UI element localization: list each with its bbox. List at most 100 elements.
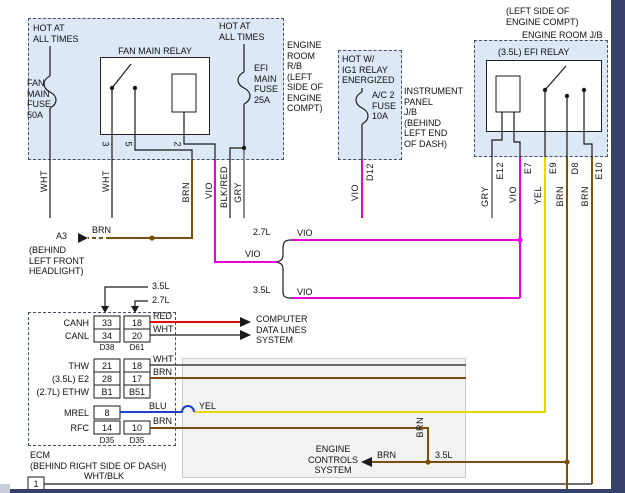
e2-color: BRN <box>153 367 172 378</box>
ecm-num-ethw-a: B1 <box>94 387 120 398</box>
instrument-panel-location: INSTRUMENT PANEL J/B (BEHIND LEFT END OF… <box>404 86 463 149</box>
thw-color: WHT <box>153 354 174 365</box>
wire-label-gry-e12: GRY <box>480 186 490 207</box>
hot-at-all-times-mid: HOT AT ALL TIMES <box>219 21 265 42</box>
wire-label-wht-1: WHT <box>39 170 49 192</box>
ecm-pin-rfc: RFC <box>27 423 89 434</box>
fan-relay-term-2: 2 <box>173 141 183 146</box>
engine-room-jb-corner: (LEFT SIDE OF ENGINE COMPT) <box>506 6 579 27</box>
ac2-fuse-label: A/C 2 FUSE 10A <box>372 90 396 122</box>
gray-wires <box>244 148 492 218</box>
hot-ig1-label: HOT W/ IG1 RELAY ENERGIZED <box>342 54 395 86</box>
pin-label-e9: E9 <box>548 162 558 174</box>
ecm-num-canl-a: 34 <box>94 331 120 342</box>
fan-relay-coil <box>172 74 196 112</box>
rfc-color: BRN <box>153 416 172 427</box>
efi-relay-coil-pins <box>492 112 520 157</box>
pin-label-e7: E7 <box>523 162 533 174</box>
engine-selector-lines <box>105 287 148 306</box>
ecm-conn-d35b: D35 <box>124 436 150 445</box>
rfc-vert-brn-label: BRN <box>415 417 425 438</box>
ecm-num-ethw-b: B51 <box>124 387 150 398</box>
brn-relay-wire <box>110 160 192 238</box>
efi-fuse-symbol <box>238 72 250 104</box>
pin-label-d12: D12 <box>365 163 375 181</box>
a3-arrow <box>78 233 88 243</box>
selector-27l: 2.7L <box>152 295 170 306</box>
ecm-num-mrel-a: 8 <box>94 408 120 419</box>
ecm-conn-d35a: D35 <box>94 436 120 445</box>
wire-label-wht-2: WHT <box>101 170 111 192</box>
efi-relay-title: (3.5L) EFI RELAY <box>498 47 569 58</box>
bottom-frame-bar <box>0 489 611 493</box>
a3-wire-label: BRN <box>92 225 111 236</box>
ecm-pin-canl: CANL <box>27 331 89 342</box>
wire-label-vio-d12: VIO <box>350 184 360 201</box>
ecm-title: ECM <box>30 450 50 461</box>
computer-data-lines-label: COMPUTER DATA LINES SYSTEM <box>256 314 308 346</box>
wiring-diagram-page: HOT AT ALL TIMES HOT AT ALL TIMES FAN MA… <box>0 0 625 493</box>
wire-label-vio: VIO <box>204 182 214 199</box>
engine-controls-label: ENGINE CONTROLS SYSTEM <box>304 444 362 476</box>
branch-35l-label: 3.5L <box>253 285 271 296</box>
fan-relay-term-3: 3 <box>101 141 111 146</box>
wire-label-yel-e9: YEL <box>533 186 543 205</box>
fan-main-relay-title: FAN MAIN RELAY <box>100 46 210 57</box>
vio-junctions <box>517 237 522 242</box>
engine-controls-branch-35l: 3.5L <box>435 450 453 461</box>
ecm-pin-ethw: (2.7L) ETHW <box>27 387 89 398</box>
ecm-pin-mrel: MREL <box>27 408 89 419</box>
pin1-wire-label: WHT/BLK <box>84 471 124 482</box>
efi-relay-coil <box>496 76 520 112</box>
branch-35l-vio: VIO <box>297 287 313 298</box>
pin-label-e12: E12 <box>495 162 505 180</box>
ecm-pin-e2: (3.5L) E2 <box>27 374 89 385</box>
fan-main-fuse-label: FAN MAIN FUSE 50A <box>27 78 51 120</box>
efi-relay-switch <box>545 66 592 157</box>
branch-in-vio: VIO <box>245 249 261 260</box>
fan-relay-switch <box>112 64 135 135</box>
bottom-left-corner <box>0 484 10 493</box>
ecm-pin1: 1 <box>28 479 44 490</box>
arrowheads <box>78 233 372 467</box>
ecm-num-thw-a: 21 <box>94 361 120 372</box>
engine-controls-wire-brn: BRN <box>377 450 396 461</box>
ac-fuse-symbol <box>356 92 368 124</box>
computer-arrow-1 <box>240 317 251 327</box>
a3-location: (BEHIND LEFT FRONT HEADLIGHT) <box>29 245 84 277</box>
engine-controls-arrow <box>361 457 372 467</box>
ecm-num-e2-b: 17 <box>124 374 150 385</box>
ecm-conn-d61: D61 <box>124 343 150 352</box>
selector-arrow-35 <box>101 306 109 313</box>
branch-27l-vio: VIO <box>297 228 313 239</box>
ecm-num-e2-a: 28 <box>94 374 120 385</box>
canh-color: RED <box>153 311 172 322</box>
mrel-color-yel: YEL <box>199 401 216 412</box>
a3-pin-label: A3 <box>56 231 67 242</box>
selector-35l: 3.5L <box>152 281 170 292</box>
hot-at-all-times-left: HOT AT ALL TIMES <box>33 23 79 44</box>
branch-brace <box>275 240 291 298</box>
ecm-location: (BEHIND RIGHT SIDE OF DASH) <box>30 461 166 472</box>
ecm-pin-canh: CANH <box>27 318 89 329</box>
ecm-num-canh-a: 33 <box>94 318 120 329</box>
relay-term2-route <box>184 135 215 160</box>
brown-junctions <box>149 235 569 464</box>
wire-label-brn: BRN <box>181 182 191 203</box>
ecm-num-rfc-a: 14 <box>94 423 120 434</box>
wire-label-brn-d8: BRN <box>555 186 565 207</box>
wire-label-brn-e10: BRN <box>580 186 590 207</box>
ecm-num-thw-b: 18 <box>124 361 150 372</box>
efi-main-fuse-label: EFI MAIN FUSE 25A <box>254 63 278 105</box>
wire-label-blk-red: BLK/RED <box>219 166 229 208</box>
wire-label-vio-e7: VIO <box>508 186 518 203</box>
branch-27l-label: 2.7L <box>253 227 271 238</box>
pin-label-d8: D8 <box>570 162 580 175</box>
mrel-color-blu: BLU <box>149 401 167 412</box>
ecm-num-rfc-b: 10 <box>124 423 150 434</box>
ecm-num-canh-b: 18 <box>124 318 150 329</box>
canl-color: WHT <box>153 324 174 335</box>
engine-room-jb-title: ENGINE ROOM J/B <box>522 30 603 41</box>
pin-label-e10: E10 <box>594 162 604 180</box>
selector-arrow-27 <box>131 306 139 313</box>
